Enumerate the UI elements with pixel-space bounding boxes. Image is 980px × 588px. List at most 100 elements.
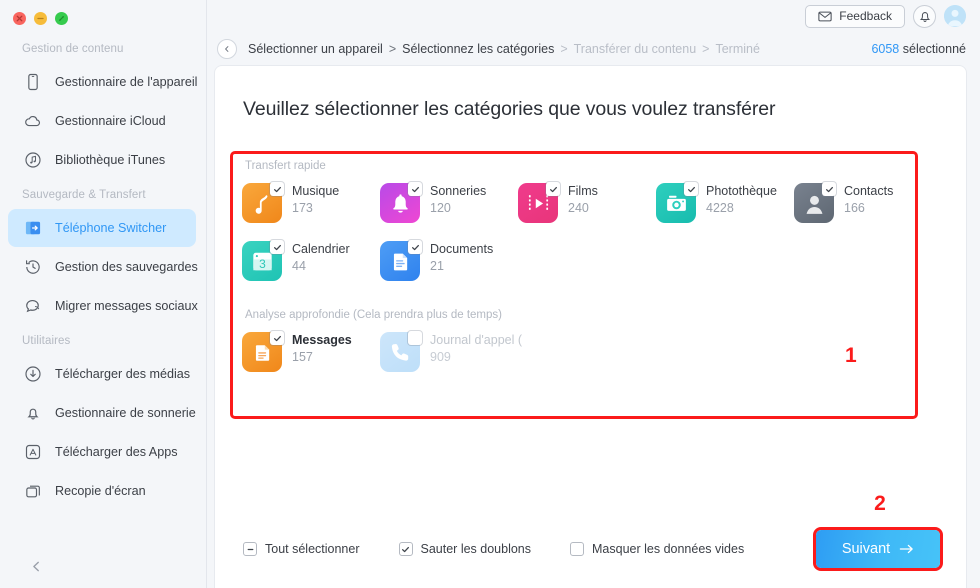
window-traffic-lights: [0, 0, 206, 34]
category-icon-wrap[interactable]: [242, 182, 284, 223]
phone-icon: [22, 71, 44, 93]
sidebar-collapse-button[interactable]: [26, 556, 46, 576]
breadcrumb-step-2[interactable]: Sélectionnez les catégories: [402, 42, 554, 56]
category-icon-wrap[interactable]: [380, 182, 422, 223]
category-name: Journal d'appel (: [430, 333, 523, 347]
category-item-journal-dappel[interactable]: Journal d'appel ( 909: [380, 331, 522, 372]
checkbox-badge[interactable]: [408, 182, 422, 196]
category-count: 4228: [706, 201, 734, 215]
category-item-films[interactable]: Films 240: [518, 182, 656, 223]
back-button[interactable]: [217, 39, 237, 59]
selected-count-value: 6058: [871, 42, 900, 56]
next-button-label: Suivant: [841, 541, 891, 557]
check-icon: [549, 186, 557, 192]
sidebar-item-phone-switcher[interactable]: Téléphone Switcher: [8, 209, 196, 247]
checkbox-badge[interactable]: [822, 182, 836, 196]
option-select-all[interactable]: Tout sélectionner: [243, 542, 360, 556]
category-item-documents[interactable]: Documents 21: [380, 240, 518, 281]
category-item-sonneries[interactable]: Sonneries 120: [380, 182, 518, 223]
sidebar-item-itunes-library[interactable]: Bibliothèque iTunes: [8, 141, 196, 179]
footer-bar: Tout sélectionner Sauter les doublons Ma…: [215, 492, 966, 588]
category-item-contacts[interactable]: Contacts 166: [794, 182, 932, 223]
category-item-musique[interactable]: Musique 173: [242, 182, 380, 223]
selected-count-label: sélectionné: [902, 42, 966, 56]
option-hide-empty-data[interactable]: Masquer les données vides: [570, 542, 744, 556]
sidebar-item-ringtone-manager[interactable]: Gestionnaire de sonnerie: [8, 394, 196, 432]
hide-empty-checkbox[interactable]: [570, 542, 585, 556]
cloud-icon: [22, 110, 44, 132]
category-icon-wrap[interactable]: [656, 182, 698, 223]
category-count: 157: [292, 350, 313, 364]
sidebar-item-download-apps[interactable]: Télécharger des Apps: [8, 433, 196, 471]
category-count: 44: [292, 259, 306, 273]
check-icon: [825, 186, 833, 192]
checkbox-badge[interactable]: [270, 240, 284, 254]
feedback-button[interactable]: Feedback: [805, 4, 905, 28]
breadcrumb-step-1[interactable]: Sélectionner un appareil: [248, 42, 383, 56]
sidebar-group-title-utilities: Utilitaires: [22, 335, 71, 347]
category-item-messages[interactable]: Messages 157: [242, 331, 380, 372]
checkbox-badge[interactable]: [408, 240, 422, 254]
category-count: 120: [430, 201, 451, 215]
sidebar-item-download-media[interactable]: Télécharger des médias: [8, 355, 196, 393]
sidebar-item-label: Gestionnaire iCloud: [55, 114, 166, 128]
minus-icon: [247, 548, 253, 550]
category-name: Messages: [292, 333, 352, 347]
next-button[interactable]: Suivant: [816, 530, 940, 568]
selected-count: 6058 sélectionné: [871, 42, 966, 56]
skip-duplicates-checkbox[interactable]: [398, 542, 413, 556]
minimize-button[interactable]: [34, 12, 47, 25]
sidebar-item-device-manager[interactable]: Gestionnaire de l'appareil: [8, 63, 198, 101]
checkbox-badge[interactable]: [684, 182, 698, 196]
check-icon: [402, 546, 410, 552]
avatar[interactable]: [944, 5, 966, 27]
checkbox-badge[interactable]: [270, 182, 284, 196]
category-item-phototheque[interactable]: Photothèque 4228: [656, 182, 794, 223]
category-icon-wrap[interactable]: 3: [242, 240, 284, 281]
checkbox-badge[interactable]: [270, 331, 284, 345]
sidebar-item-label: Gestionnaire de l'appareil: [55, 75, 198, 89]
sidebar-group-title-content: Gestion de contenu: [22, 43, 124, 55]
category-row: Musique 173 Sonneries 120 Films 240 Phot…: [230, 172, 918, 223]
user-avatar: [944, 5, 966, 27]
breadcrumb-separator: >: [702, 42, 710, 56]
category-text: Sonneries 120: [430, 183, 486, 215]
sidebar-item-backup-management[interactable]: Gestion des sauvegardes: [8, 248, 198, 286]
breadcrumb-step-4: Terminé: [715, 42, 760, 56]
main-area: Feedback Sélectionner un appareil > Séle…: [207, 0, 980, 588]
category-icon-wrap[interactable]: [380, 240, 422, 281]
content-card: Veuillez sélectionner les catégories que…: [215, 66, 966, 588]
close-button[interactable]: [13, 12, 26, 25]
category-count: 166: [844, 201, 865, 215]
category-count: 909: [430, 350, 451, 364]
sidebar-item-icloud-manager[interactable]: Gestionnaire iCloud: [8, 102, 196, 140]
check-icon: [411, 186, 419, 192]
category-count: 173: [292, 201, 313, 215]
checkbox-badge[interactable]: [408, 331, 422, 345]
category-row: Messages 157 Journal d'appel (909: [230, 321, 918, 372]
category-icon-wrap[interactable]: [518, 182, 560, 223]
next-button-wrap: 2 Suivant: [816, 492, 944, 568]
check-icon: [273, 186, 281, 192]
maximize-button[interactable]: [55, 12, 68, 25]
notifications-button[interactable]: [913, 4, 936, 28]
appstore-icon: [22, 441, 44, 463]
breadcrumb-bar: Sélectionner un appareil > Sélectionnez …: [207, 32, 980, 66]
category-count: 240: [568, 201, 589, 215]
option-label: Sauter les doublons: [420, 542, 532, 556]
category-icon-wrap[interactable]: [242, 331, 284, 372]
category-icon-wrap[interactable]: [794, 182, 836, 223]
category-item-calendrier[interactable]: 3 Calendrier 44: [242, 240, 380, 281]
select-all-checkbox[interactable]: [243, 542, 257, 556]
sidebar-item-screen-mirror[interactable]: Recopie d'écran: [8, 472, 196, 510]
checkbox-badge[interactable]: [546, 182, 560, 196]
breadcrumb-separator: >: [560, 42, 568, 56]
sidebar-item-migrate-social-messages[interactable]: Migrer messages sociaux: [8, 287, 198, 325]
option-skip-duplicates[interactable]: Sauter les doublons: [398, 542, 532, 556]
sidebar-item-label: Gestionnaire de sonnerie: [55, 406, 196, 420]
sidebar-item-label: Téléphone Switcher: [55, 221, 167, 235]
svg-text:3: 3: [259, 257, 266, 271]
category-text: Journal d'appel ( 909: [430, 332, 522, 364]
category-icon-wrap[interactable]: [380, 331, 422, 372]
breadcrumb-step-3: Transférer du contenu: [573, 42, 697, 56]
